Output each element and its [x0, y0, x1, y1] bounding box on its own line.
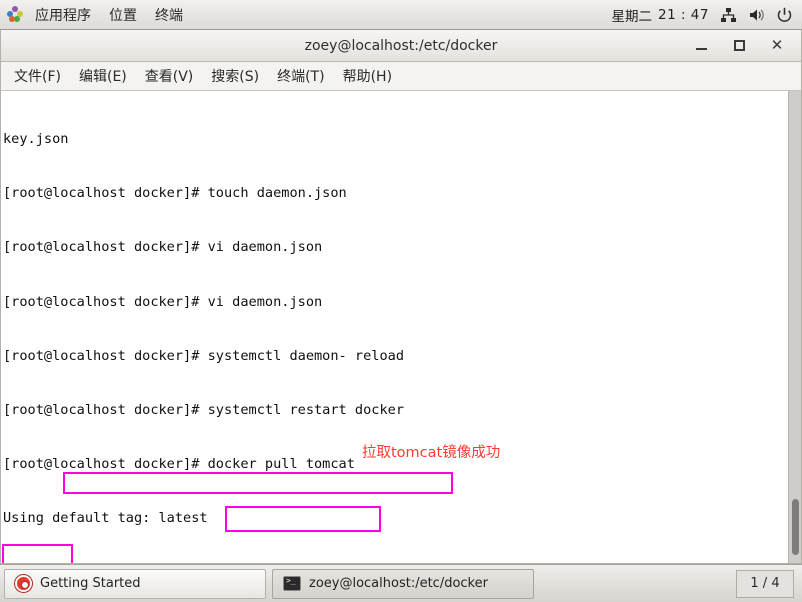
terminal-line: [root@localhost docker]# vi daemon.json	[3, 239, 323, 256]
taskbar-item-label: zoey@localhost:/etc/docker	[309, 576, 488, 591]
terminal-menubar: 文件(F) 编辑(E) 查看(V) 搜索(S) 终端(T) 帮助(H)	[1, 62, 801, 91]
desktop-screen: 应用程序 位置 终端 星期二 21 : 47 zoey@localhost:/e…	[0, 0, 802, 602]
clock[interactable]: 星期二 21 : 47	[612, 5, 710, 25]
menu-terminal[interactable]: 终端	[146, 0, 192, 29]
taskbar-item-terminal[interactable]: zoey@localhost:/etc/docker	[272, 568, 534, 599]
window-title: zoey@localhost:/etc/docker	[304, 37, 498, 54]
terminal-text: key.json [root@localhost docker]# touch …	[3, 91, 650, 563]
volume-icon[interactable]	[748, 7, 765, 23]
window-titlebar[interactable]: zoey@localhost:/etc/docker ✕	[1, 30, 801, 62]
menu-terminal[interactable]: 终端(T)	[268, 63, 333, 89]
lifebuoy-icon	[15, 575, 32, 592]
scrollbar-thumb[interactable]	[792, 499, 799, 555]
clock-day: 星期二	[611, 8, 653, 25]
annotation-note: 拉取tomcat镜像成功	[362, 445, 501, 461]
power-icon[interactable]	[776, 7, 793, 23]
top-panel-right: 星期二 21 : 47	[612, 0, 802, 29]
maximize-button[interactable]	[731, 38, 747, 54]
taskbar-item-getting-started[interactable]: Getting Started	[4, 568, 266, 599]
terminal-line: Using default tag: latest	[3, 510, 208, 527]
close-button[interactable]: ✕	[769, 38, 785, 54]
menu-places[interactable]: 位置	[100, 0, 146, 29]
terminal-line: [root@localhost docker]# vi daemon.json	[3, 293, 323, 310]
gnome-top-panel: 应用程序 位置 终端 星期二 21 : 47	[0, 0, 802, 30]
terminal-output-area[interactable]: key.json [root@localhost docker]# touch …	[1, 91, 801, 563]
terminal-line: key.json	[3, 131, 69, 148]
minimize-button[interactable]	[693, 38, 709, 54]
window-list-taskbar: Getting Started zoey@localhost:/etc/dock…	[0, 564, 802, 602]
terminal-scrollbar[interactable]	[788, 91, 801, 563]
menu-view[interactable]: 查看(V)	[136, 63, 203, 89]
menu-applications[interactable]: 应用程序	[26, 0, 100, 29]
menu-search[interactable]: 搜索(S)	[202, 63, 268, 89]
terminal-line: [root@localhost docker]# systemctl daemo…	[3, 347, 405, 364]
menu-edit[interactable]: 编辑(E)	[70, 63, 136, 89]
menu-file[interactable]: 文件(F)	[5, 63, 70, 89]
network-icon[interactable]	[720, 7, 737, 23]
terminal-line: [root@localhost docker]# touch daemon.js…	[3, 185, 347, 202]
window-controls: ✕	[693, 38, 801, 54]
terminal-line: [root@localhost docker]# systemctl resta…	[3, 401, 405, 418]
terminal-icon	[283, 576, 301, 591]
terminal-window: zoey@localhost:/etc/docker ✕ 文件(F) 编辑(E)…	[0, 30, 802, 564]
clock-time: 21 : 47	[658, 6, 709, 23]
taskbar-item-label: Getting Started	[40, 576, 141, 591]
menu-help[interactable]: 帮助(H)	[334, 63, 401, 89]
workspace-switcher[interactable]: 1 / 4	[736, 569, 794, 598]
top-panel-left: 应用程序 位置 终端	[0, 0, 192, 29]
applications-logo-icon	[7, 6, 24, 23]
terminal-line: [root@localhost docker]# docker pull tom…	[3, 455, 355, 472]
